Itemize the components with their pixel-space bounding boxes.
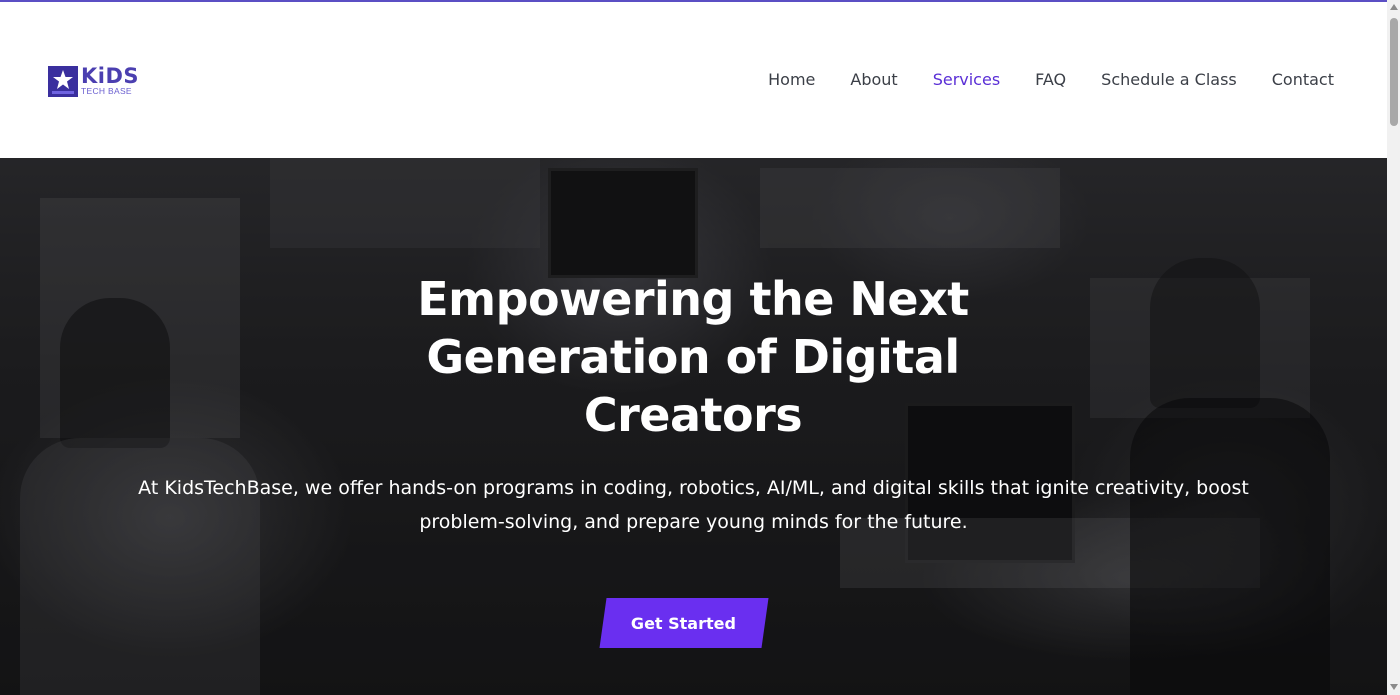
hero-section: Empowering the Next Generation of Digita… <box>0 158 1387 695</box>
nav-home[interactable]: Home <box>768 70 815 89</box>
scroll-up-arrow-icon[interactable] <box>1390 4 1398 10</box>
nav-contact[interactable]: Contact <box>1272 70 1334 89</box>
site-header: KiDS TECH BASE Home About Services FAQ S… <box>0 2 1387 158</box>
hero-description: At KidsTechBase, we offer hands-on progr… <box>138 477 1249 533</box>
nav-schedule-a-class[interactable]: Schedule a Class <box>1101 70 1237 89</box>
get-started-label: Get Started <box>631 613 737 633</box>
scroll-down-arrow-icon[interactable] <box>1390 684 1398 690</box>
hero-title: Empowering the Next Generation of Digita… <box>417 272 969 442</box>
scrollbar-thumb[interactable] <box>1390 18 1398 126</box>
get-started-button[interactable]: Get Started <box>599 598 769 648</box>
main-nav: Home About Services FAQ Schedule a Class… <box>733 70 1334 89</box>
logo-wordmark: KiDS <box>81 64 140 89</box>
site-logo[interactable]: KiDS TECH BASE <box>48 64 148 98</box>
logo-mark-icon <box>48 65 78 97</box>
nav-faq[interactable]: FAQ <box>1035 70 1066 89</box>
logo-tagline: TECH BASE <box>81 86 132 97</box>
page-scrollbar[interactable] <box>1387 0 1400 695</box>
nav-services[interactable]: Services <box>933 70 1000 89</box>
nav-about[interactable]: About <box>850 70 897 89</box>
